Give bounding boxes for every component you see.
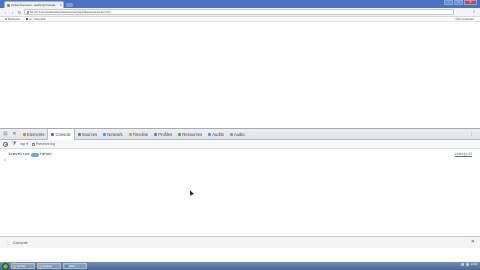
taskbar-item-label: Editor: [69, 264, 76, 268]
console-filter-bar: ⧩ top ▾ Preserve log: [0, 140, 480, 149]
taskbar-item[interactable]: Editor: [63, 263, 87, 269]
window-controls: – □ ✕: [444, 0, 477, 5]
address-bar[interactable]: file:///C:/Users/ee/Desktop/NodeCourse/c…: [24, 9, 454, 15]
tab-timeline[interactable]: Timeline: [126, 129, 152, 140]
elements-icon: [23, 132, 26, 136]
log-text-part: Yahoo: [39, 152, 52, 157]
tab-label: Console: [55, 132, 71, 137]
maximize-button[interactable]: □: [454, 0, 463, 5]
taskbar-item-label: Chrome: [17, 264, 26, 268]
timeline-icon: [128, 132, 132, 136]
tab-resources[interactable]: Resources: [175, 129, 205, 140]
clock[interactable]: 12:00: [471, 263, 478, 266]
taskbar-item-label: Explorer: [43, 264, 52, 268]
other-bookmarks[interactable]: Other bookmarks: [456, 18, 474, 21]
bookmark-item[interactable]: ee - Yahoo Mail: [25, 17, 46, 21]
menu-icon[interactable]: ≡: [471, 9, 477, 15]
browser-tab[interactable]: Untitled Document - JavaScript Console ✕: [4, 1, 64, 8]
tab-close-icon[interactable]: ✕: [59, 3, 63, 7]
page-viewport: [0, 22, 480, 128]
log-text-part: true: [20, 152, 30, 157]
os-taskbar: Chrome Explorer Editor 12:00: [0, 262, 480, 270]
console-message: 1 save true Yahoo index.js:43: [0, 151, 480, 158]
sources-icon: [77, 132, 81, 136]
audio-icon: [229, 132, 233, 136]
tab-label: Sources: [81, 131, 98, 137]
devtools-tabbar: ⊡ ✕ Elements Console Sources Network Tim…: [0, 128, 480, 141]
log-object-badge[interactable]: [30, 152, 39, 157]
tab-label: Timeline: [132, 131, 149, 137]
log-source-link[interactable]: index.js:43: [455, 152, 472, 156]
tab-console[interactable]: Console: [47, 128, 75, 141]
audits-icon: [208, 132, 212, 136]
tab-label: Elements: [27, 131, 45, 137]
bookmark-label: ee - Yahoo Mail: [28, 17, 46, 21]
url-text: file:///C:/Users/ee/Desktop/NodeCourse/c…: [30, 10, 111, 14]
tab-audio[interactable]: Audio: [227, 129, 248, 140]
context-label: top: [20, 142, 26, 146]
tab-sources[interactable]: Sources: [75, 129, 100, 140]
devtools-menu-icon[interactable]: ⋮: [468, 131, 475, 138]
system-tray: 12:00: [460, 263, 478, 266]
drawer-tab-console[interactable]: Console: [13, 240, 28, 245]
taskbar-item[interactable]: Explorer: [37, 263, 61, 269]
tab-label: Network: [107, 131, 123, 137]
tab-network[interactable]: Network: [100, 129, 125, 140]
preserve-log-checkbox[interactable]: [31, 142, 35, 146]
taskbar-item[interactable]: Chrome: [11, 263, 35, 269]
network-icon[interactable]: [460, 263, 464, 266]
page-favicon-icon: [7, 3, 10, 7]
context-selector[interactable]: top ▾: [20, 142, 27, 146]
devtools-panel: ⊡ ✕ Elements Console Sources Network Tim…: [0, 128, 480, 262]
minimize-button[interactable]: –: [444, 0, 453, 5]
console-prompt[interactable]: >: [4, 159, 6, 163]
folder-icon: [5, 18, 7, 20]
drawer-toggle-icon[interactable]: ⋮: [6, 240, 10, 245]
browser-toolbar: ‹ › ↻ file:///C:/Users/ee/Desktop/NodeCo…: [0, 8, 480, 17]
tab-title: Untitled Document - JavaScript Console: [11, 3, 56, 7]
log-text-part: save: [10, 152, 21, 157]
clear-console-icon[interactable]: [3, 141, 8, 147]
close-devtools-icon[interactable]: ✕: [11, 131, 18, 138]
close-drawer-icon[interactable]: ✕: [471, 240, 475, 245]
close-window-button[interactable]: ✕: [464, 0, 477, 5]
console-drawer: ⋮ Console ✕: [0, 236, 480, 248]
tab-label: Resources: [182, 131, 203, 137]
folder-icon: [39, 264, 42, 268]
dock-icon[interactable]: ⊡: [2, 131, 9, 138]
preserve-log-label: Preserve log: [35, 142, 55, 146]
browser-tabstrip: Untitled Document - JavaScript Console ✕…: [0, 0, 480, 8]
editor-icon: [65, 264, 68, 268]
tab-audits[interactable]: Audits: [205, 129, 227, 140]
page-icon: [27, 10, 29, 14]
back-button[interactable]: ‹: [3, 10, 8, 15]
network-icon: [103, 132, 107, 136]
bookmark-label: Bookmarks: [8, 17, 20, 21]
console-icon: [51, 133, 55, 136]
tab-label: Audio: [233, 131, 245, 137]
resources-icon: [178, 132, 182, 136]
start-button[interactable]: [2, 262, 9, 270]
screen: Untitled Document - JavaScript Console ✕…: [0, 0, 480, 270]
tab-profiles[interactable]: Profiles: [151, 129, 175, 140]
tab-elements[interactable]: Elements: [20, 129, 47, 140]
tab-label: Profiles: [158, 131, 173, 137]
profiles-icon: [154, 132, 158, 136]
bookmark-item[interactable]: Bookmarks: [5, 18, 20, 21]
tab-label: Audits: [212, 131, 224, 137]
console-output[interactable]: 1 save true Yahoo index.js:43 >: [0, 149, 480, 249]
chevron-down-icon: ▾: [26, 142, 28, 146]
reload-button[interactable]: ↻: [17, 10, 22, 15]
volume-icon[interactable]: [465, 263, 469, 266]
preserve-log-option[interactable]: Preserve log: [31, 142, 55, 146]
filter-icon[interactable]: ⧩: [12, 141, 16, 147]
mail-icon: [25, 18, 28, 20]
chrome-icon: [13, 264, 16, 268]
new-tab-button[interactable]: [66, 3, 73, 7]
forward-button[interactable]: ›: [10, 10, 15, 15]
